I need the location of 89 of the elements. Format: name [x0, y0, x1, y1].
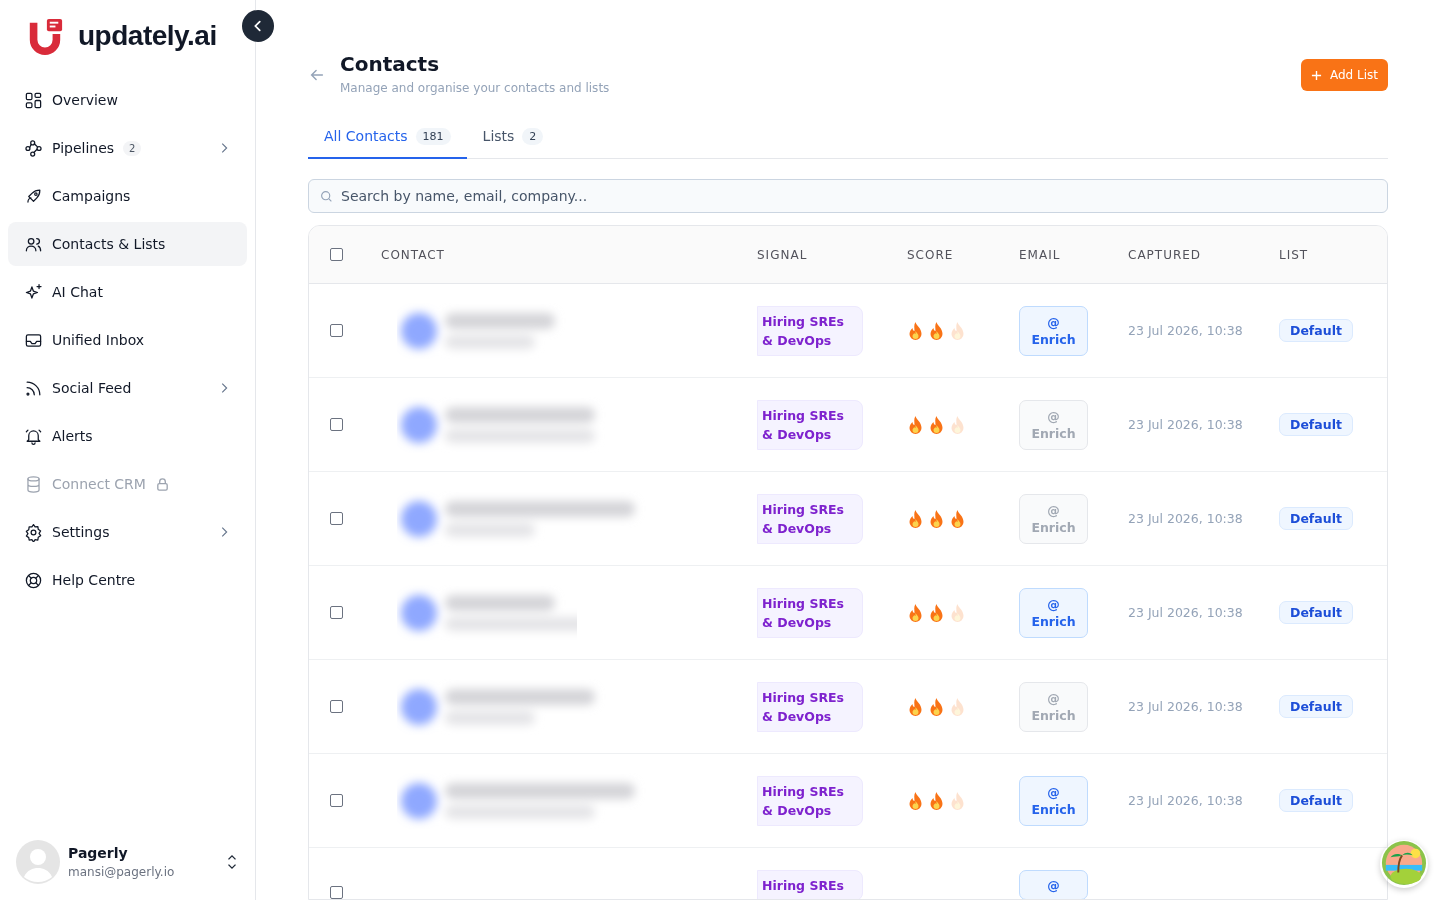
column-header: EMAIL: [1019, 247, 1062, 262]
row-checkbox[interactable]: [329, 418, 343, 431]
captured-date: 23 Jul 2026, 10:38: [1128, 605, 1244, 620]
list-tag: Default: [1279, 695, 1353, 718]
flame-icon: [928, 320, 945, 341]
captured-date: 23 Jul 2026, 10:38: [1128, 417, 1244, 432]
user-name: Pagerly: [68, 845, 129, 861]
flame-icon: [928, 602, 945, 623]
captured-date: 23 Jul 2026, 10:38: [1128, 511, 1244, 526]
enrich-button[interactable]: @ Enrich: [1019, 305, 1088, 356]
flame-icon: [928, 696, 945, 717]
captured-date: 23 Jul 2026, 10:38: [1128, 793, 1244, 808]
list-tag: Default: [1279, 413, 1353, 436]
sidebar-item[interactable]: Unified Inbox: [8, 318, 247, 362]
column-header: CONTACT: [380, 247, 446, 262]
sidebar-item[interactable]: Pipelines 2: [8, 126, 247, 170]
help-icon: [24, 570, 43, 590]
column-header: CAPTURED: [1128, 247, 1203, 262]
captured-date: 23 Jul 2026, 10:38: [1128, 699, 1244, 714]
count-badge: 181: [415, 127, 451, 145]
flame-icon: [949, 320, 966, 341]
brand-name: updately.ai: [78, 20, 217, 52]
signal-tag: Hiring SREs & DevOps: [757, 399, 863, 450]
flame-icon: [949, 602, 966, 623]
signal-tag: Hiring SREs: [757, 870, 863, 899]
column-header: SIGNAL: [757, 247, 809, 262]
page-title: Contacts: [340, 52, 441, 76]
row-checkbox[interactable]: [329, 324, 343, 337]
flame-icon: [907, 696, 924, 717]
flame-icon: [907, 790, 924, 811]
list-tag: Default: [1279, 507, 1353, 530]
user-menu[interactable]: Pagerly mansi@pagerly.io: [0, 840, 255, 900]
signal-tag: Hiring SREs & DevOps: [757, 775, 863, 826]
row-checkbox[interactable]: [329, 794, 343, 807]
row-checkbox[interactable]: [329, 512, 343, 525]
flame-icon: [928, 790, 945, 811]
flame-icon: [928, 414, 945, 435]
island-icon[interactable]: [1380, 840, 1428, 888]
sidebar-item[interactable]: Help Centre: [8, 558, 247, 602]
enrich-button[interactable]: @: [1019, 870, 1088, 899]
list-tag: Default: [1279, 319, 1353, 342]
sidebar-item[interactable]: Contacts & Lists: [8, 222, 247, 266]
row-checkbox[interactable]: [329, 700, 343, 713]
avatar-icon: [16, 840, 60, 884]
flame-icon: [907, 508, 924, 529]
sidebar-item[interactable]: AI Chat: [8, 270, 247, 314]
flame-icon: [949, 508, 966, 529]
sidebar-item[interactable]: Settings: [8, 510, 247, 554]
count-badge: 2: [522, 127, 544, 145]
lock-icon: [154, 476, 170, 492]
row-checkbox[interactable]: [329, 606, 343, 619]
column-header: LIST: [1279, 247, 1310, 262]
search-field[interactable]: Search by name, email, company...: [308, 179, 1388, 213]
row-checkbox[interactable]: [329, 886, 343, 899]
column-header: SCORE: [907, 247, 955, 262]
flame-icon: [928, 508, 945, 529]
flame-icon: [907, 414, 924, 435]
flame-icon: [949, 790, 966, 811]
flame-icon: [907, 602, 924, 623]
list-tag: Default: [1279, 789, 1353, 812]
enrich-button[interactable]: @ Enrich: [1019, 587, 1088, 638]
sparkle-icon: [24, 282, 43, 302]
captured-date: 23 Jul 2026, 10:38: [1128, 323, 1244, 338]
sidebar-item[interactable]: Overview: [8, 78, 247, 122]
sidebar-item[interactable]: Social Feed: [8, 366, 247, 410]
flame-icon: [907, 320, 924, 341]
flame-icon: [949, 696, 966, 717]
page-subtitle: Manage and organise your contacts and lists: [340, 81, 611, 95]
plus-icon: [1310, 69, 1322, 81]
pipeline-icon: [24, 138, 43, 158]
user-email: mansi@pagerly.io: [68, 865, 175, 879]
gear-icon: [24, 522, 43, 542]
sidebar-item[interactable]: Campaigns: [8, 174, 247, 218]
enrich-button[interactable]: @ Enrich: [1019, 775, 1088, 826]
count-badge: 2: [123, 140, 142, 156]
select-all-checkbox[interactable]: [329, 248, 343, 261]
collapse-button[interactable]: [242, 10, 274, 42]
database-icon: [24, 474, 43, 494]
sidebar-item[interactable]: Alerts: [8, 414, 247, 458]
up-down-chevron-icon: [225, 853, 239, 871]
tab[interactable]: Lists 2: [466, 115, 560, 159]
list-tag: Default: [1279, 601, 1353, 624]
signal-tag: Hiring SREs & DevOps: [757, 681, 863, 732]
flame-icon: [949, 414, 966, 435]
grid-icon: [24, 90, 43, 110]
tab[interactable]: All Contacts 181: [308, 115, 467, 159]
signal-tag: Hiring SREs & DevOps: [757, 587, 863, 638]
signal-tag: Hiring SREs & DevOps: [757, 493, 863, 544]
signal-tag: Hiring SREs & DevOps: [757, 305, 863, 356]
